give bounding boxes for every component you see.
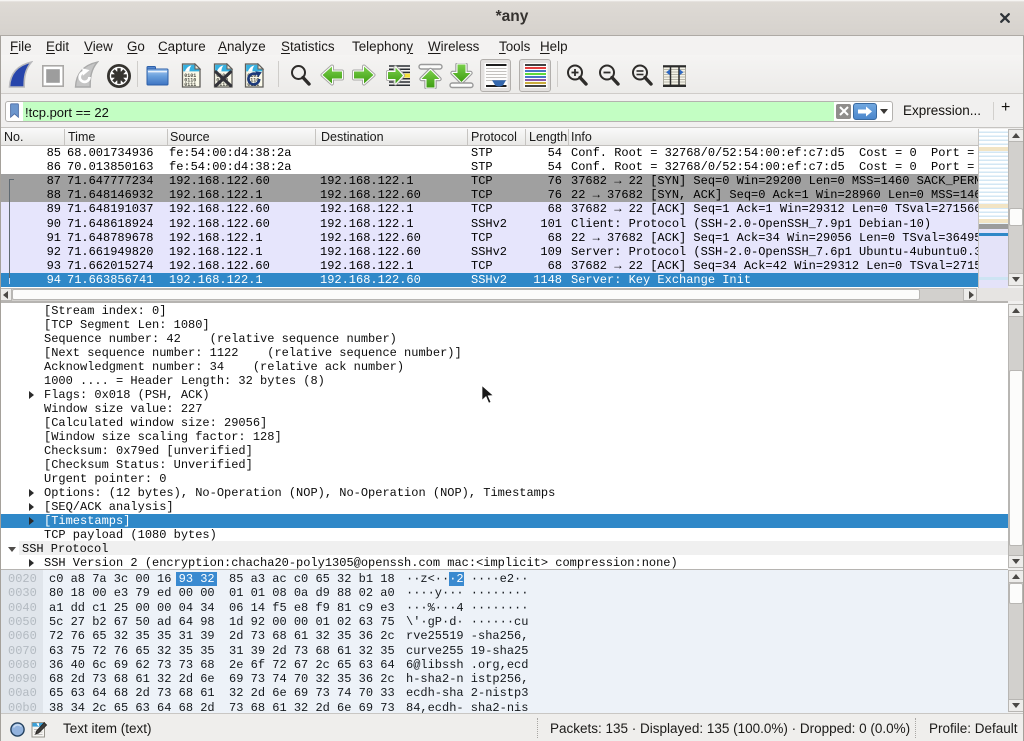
svg-text:0111: 0111 [184, 82, 196, 88]
